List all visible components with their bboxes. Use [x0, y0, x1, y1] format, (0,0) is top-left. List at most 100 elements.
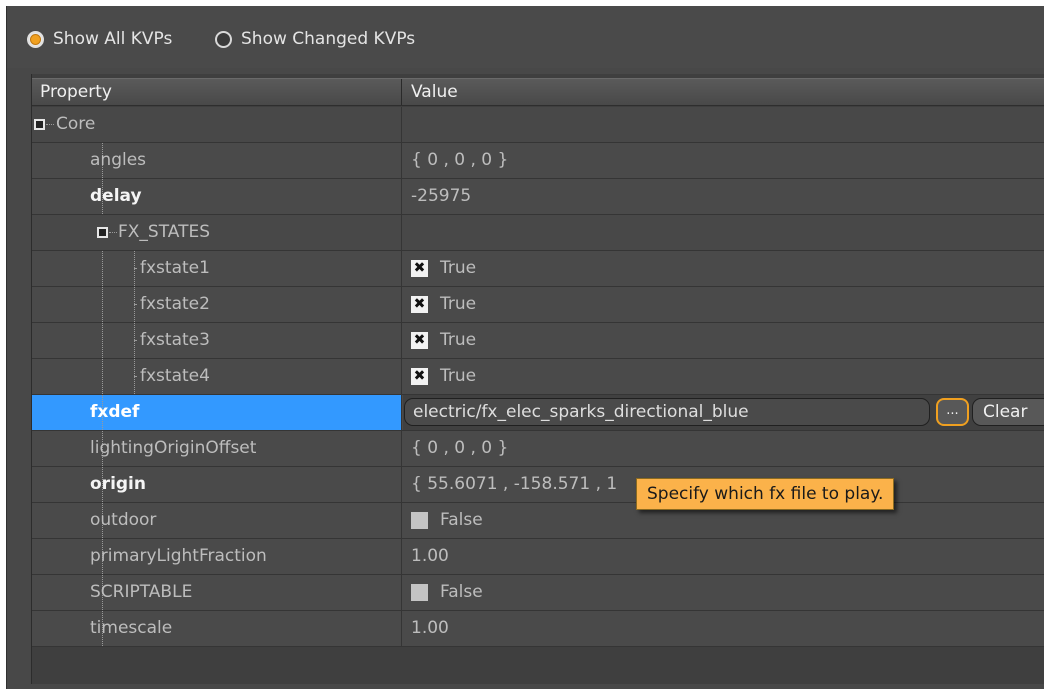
property-value: True: [440, 294, 477, 314]
tree-connector: [102, 359, 103, 394]
property-name: origin: [90, 474, 146, 494]
tree-connector: [109, 232, 117, 233]
property-value-cell[interactable]: False: [403, 575, 1044, 610]
show-all-kvps-label: Show All KVPs: [53, 29, 173, 49]
property-row[interactable]: primaryLightFraction 1.00: [32, 539, 1044, 575]
property-row[interactable]: fxstate2 ✖ True: [32, 287, 1044, 323]
collapse-toggle-icon[interactable]: [34, 119, 45, 130]
property-name: fxstate4: [140, 366, 210, 386]
property-name-cell: Core: [32, 107, 402, 142]
property-value: True: [440, 258, 477, 278]
property-name-cell: delay: [32, 179, 402, 214]
property-name: delay: [90, 186, 142, 206]
radio-unselected-icon: [215, 30, 232, 48]
property-row[interactable]: delay -25975: [32, 179, 1044, 215]
property-name-cell: angles: [32, 143, 402, 178]
property-name: fxstate3: [140, 330, 210, 350]
property-row[interactable]: fxstate1 ✖ True: [32, 251, 1044, 287]
show-changed-kvps-radio[interactable]: Show Changed KVPs: [215, 26, 415, 52]
property-value-cell[interactable]: ✖ True: [403, 287, 1044, 322]
show-changed-kvps-label: Show Changed KVPs: [241, 29, 416, 49]
property-name: outdoor: [90, 510, 157, 530]
property-row[interactable]: angles { 0 , 0 , 0 }: [32, 143, 1044, 179]
kvp-filter-bar: Show All KVPs Show Changed KVPs: [7, 6, 1044, 68]
property-name: fxstate2: [140, 294, 210, 314]
property-value: True: [440, 366, 477, 386]
property-name-cell: SCRIPTABLE: [32, 575, 402, 610]
property-name-cell: FX_STATES: [32, 215, 402, 250]
browse-fx-button[interactable]: ...: [936, 398, 969, 426]
property-value-cell[interactable]: ✖ True: [403, 323, 1044, 358]
property-value: True: [440, 330, 477, 350]
property-row[interactable]: fxstate3 ✖ True: [32, 323, 1044, 359]
tree-connector: [134, 268, 136, 269]
checkbox-unchecked-icon[interactable]: [411, 584, 428, 601]
tree-connector: [102, 287, 103, 322]
property-value-cell[interactable]: { 0 , 0 , 0 }: [403, 431, 1044, 466]
checkbox-checked-icon[interactable]: ✖: [411, 260, 428, 277]
category-row[interactable]: FX_STATES: [32, 215, 1044, 251]
tree-connector: [102, 323, 103, 358]
property-value: False: [440, 510, 483, 530]
property-value-cell[interactable]: ✖ True: [403, 251, 1044, 286]
property-value: 1.00: [411, 618, 449, 638]
property-name: angles: [90, 150, 147, 170]
property-column-header[interactable]: Property: [32, 79, 402, 105]
property-value-cell[interactable]: ✖ True: [403, 359, 1044, 394]
property-value-cell[interactable]: 1.00: [403, 539, 1044, 574]
property-value-cell[interactable]: 1.00: [403, 611, 1044, 646]
property-name-cell: fxstate4: [32, 359, 402, 394]
property-name: SCRIPTABLE: [90, 582, 193, 602]
property-name-cell: primaryLightFraction: [32, 539, 402, 574]
show-all-kvps-radio[interactable]: Show All KVPs: [27, 26, 172, 52]
property-name: fxstate1: [140, 258, 210, 278]
property-row[interactable]: fxdef electric/fx_elec_sparks_directional…: [32, 395, 1044, 431]
property-grid: Property Value Core angles { 0 , 0 , 0 } de…: [31, 74, 1044, 684]
checkbox-checked-icon[interactable]: ✖: [411, 296, 428, 313]
property-name-cell: fxdef: [32, 395, 402, 430]
property-row[interactable]: fxstate4 ✖ True: [32, 359, 1044, 395]
property-row[interactable]: lightingOriginOffset { 0 , 0 , 0 }: [32, 431, 1044, 467]
property-name-cell: origin: [32, 467, 402, 502]
tree-connector: [134, 304, 136, 305]
fxdef-path-input[interactable]: electric/fx_elec_sparks_directional_blue: [404, 398, 930, 426]
entity-properties-panel: Show All KVPs Show Changed KVPs Property…: [6, 6, 1044, 689]
clear-fx-button[interactable]: Clear: [972, 398, 1044, 426]
property-name-cell: fxstate2: [32, 287, 402, 322]
property-value-cell[interactable]: -25975: [403, 179, 1044, 214]
property-name: primaryLightFraction: [90, 546, 267, 566]
tree-connector: [134, 340, 136, 341]
property-row[interactable]: timescale 1.00: [32, 611, 1044, 647]
category-row[interactable]: Core: [32, 107, 1044, 143]
property-name-cell: lightingOriginOffset: [32, 431, 402, 466]
property-value: False: [440, 582, 483, 602]
property-name: lightingOriginOffset: [90, 438, 257, 458]
radio-selected-icon: [27, 30, 44, 48]
value-column-header[interactable]: Value: [403, 79, 1044, 105]
property-name: timescale: [90, 618, 173, 638]
property-value: { 55.6071 , -158.571 , 1: [411, 474, 618, 494]
property-value-cell[interactable]: electric/fx_elec_sparks_directional_blue…: [403, 395, 1044, 430]
property-row[interactable]: SCRIPTABLE False: [32, 575, 1044, 611]
property-name-cell: fxstate3: [32, 323, 402, 358]
property-value: -25975: [411, 186, 472, 206]
property-name-cell: fxstate1: [32, 251, 402, 286]
property-value-cell[interactable]: { 0 , 0 , 0 }: [403, 143, 1044, 178]
checkbox-unchecked-icon[interactable]: [411, 512, 428, 529]
fxdef-tooltip: Specify which fx file to play.: [636, 478, 895, 510]
checkbox-checked-icon[interactable]: ✖: [411, 332, 428, 349]
checkbox-checked-icon[interactable]: ✖: [411, 368, 428, 385]
property-name: FX_STATES: [118, 222, 211, 242]
tree-connector: [102, 251, 103, 286]
property-value: 1.00: [411, 546, 449, 566]
tree-connector: [134, 376, 136, 377]
grid-header: Property Value: [32, 78, 1044, 106]
tree-connector: [46, 124, 54, 125]
collapse-toggle-icon[interactable]: [97, 227, 108, 238]
property-name: fxdef: [90, 402, 140, 422]
property-name-cell: outdoor: [32, 503, 402, 538]
property-name-cell: timescale: [32, 611, 402, 646]
property-name: Core: [56, 114, 96, 134]
property-value: { 0 , 0 , 0 }: [411, 438, 509, 458]
property-value: { 0 , 0 , 0 }: [411, 150, 509, 170]
